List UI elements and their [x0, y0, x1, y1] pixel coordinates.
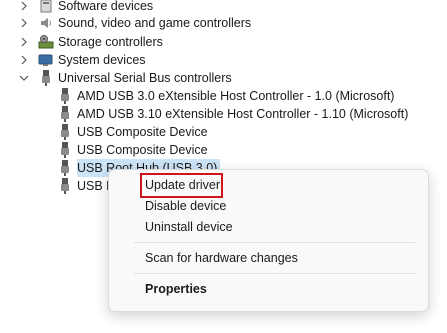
tree-item-usb-composite-1[interactable]: USB Composite Device	[57, 123, 208, 141]
context-menu: Update driver Disable device Uninstall d…	[108, 169, 429, 312]
tree-item-label: Sound, video and game controllers	[58, 16, 252, 30]
tree-item-label: Universal Serial Bus controllers	[58, 71, 232, 85]
menu-separator	[134, 242, 415, 243]
menu-item-scan-hardware[interactable]: Scan for hardware changes	[145, 248, 298, 268]
tree-item-label: System devices	[58, 53, 146, 67]
system-device-icon	[38, 52, 54, 68]
menu-item-properties[interactable]: Properties	[145, 279, 207, 299]
chevron-right-icon[interactable]	[18, 36, 30, 48]
chevron-right-icon[interactable]	[18, 17, 30, 29]
tree-item-system-devices[interactable]: System devices	[18, 51, 146, 69]
software-device-icon	[38, 0, 54, 14]
tree-item-software-devices[interactable]: Software devices	[18, 0, 153, 15]
tree-item-label: Software devices	[58, 0, 154, 13]
tree-item-label: AMD USB 3.10 eXtensible Host Controller …	[77, 107, 409, 121]
usb-plug-icon	[57, 142, 73, 158]
chevron-right-icon[interactable]	[18, 0, 30, 12]
chevron-right-icon[interactable]	[18, 54, 30, 66]
tree-item-amd-usb-3-0[interactable]: AMD USB 3.0 eXtensible Host Controller -…	[57, 87, 394, 105]
usb-plug-icon	[38, 70, 54, 86]
tree-item-label: USB Composite Device	[77, 125, 208, 139]
tree-item-usb-controllers[interactable]: Universal Serial Bus controllers	[18, 69, 232, 87]
tree-item-label: Storage controllers	[58, 35, 163, 49]
highlight-box	[140, 173, 223, 198]
tree-item-amd-usb-3-10[interactable]: AMD USB 3.10 eXtensible Host Controller …	[57, 105, 408, 123]
usb-plug-icon	[57, 124, 73, 140]
tree-item-sound-video-game[interactable]: Sound, video and game controllers	[18, 14, 251, 32]
usb-plug-icon	[57, 106, 73, 122]
tree-item-usb-root-hub-partial[interactable]: USB R	[57, 177, 115, 195]
chevron-down-icon[interactable]	[18, 72, 30, 84]
tree-item-storage-controllers[interactable]: Storage controllers	[18, 33, 163, 51]
usb-plug-icon	[57, 88, 73, 104]
menu-separator	[134, 273, 415, 274]
tree-item-label: USB Composite Device	[77, 143, 208, 157]
usb-plug-icon	[57, 160, 73, 176]
usb-plug-icon	[57, 178, 73, 194]
tree-item-label: AMD USB 3.0 eXtensible Host Controller -…	[77, 89, 395, 103]
menu-item-disable-device[interactable]: Disable device	[145, 196, 226, 216]
storage-controller-icon	[38, 34, 54, 50]
tree-item-usb-composite-2[interactable]: USB Composite Device	[57, 141, 208, 159]
menu-item-uninstall-device[interactable]: Uninstall device	[145, 217, 233, 237]
speaker-icon	[38, 15, 54, 31]
